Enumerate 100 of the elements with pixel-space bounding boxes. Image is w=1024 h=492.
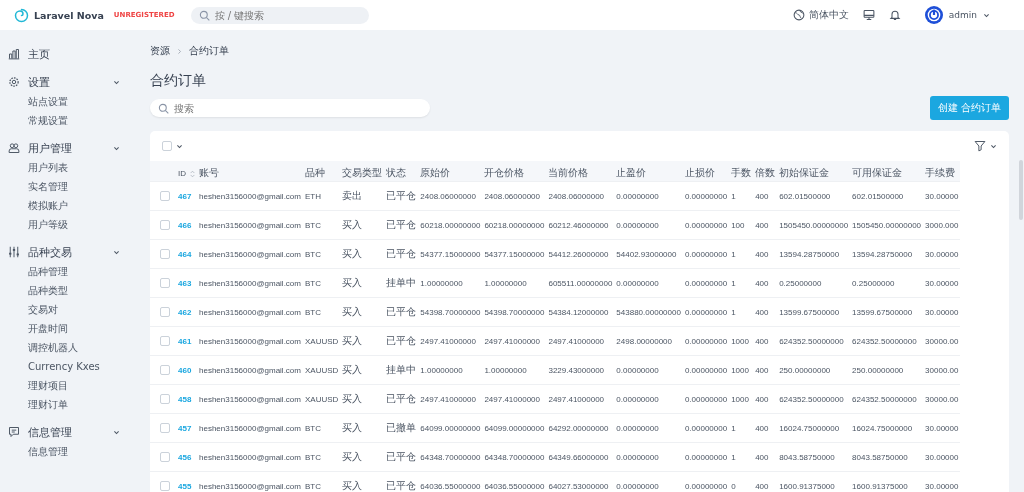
breadcrumb-link[interactable]: 资源 bbox=[150, 44, 170, 58]
table-cell: heshen3156000@gmail.com bbox=[199, 249, 301, 259]
bell-icon[interactable] bbox=[888, 9, 901, 21]
globe-icon bbox=[792, 9, 805, 21]
table-cell: 30.00000 bbox=[925, 249, 959, 259]
row-checkbox[interactable] bbox=[160, 336, 170, 346]
column-header[interactable]: ID bbox=[178, 169, 195, 178]
chevron-right-icon bbox=[176, 47, 183, 55]
sidebar-link[interactable]: 品种管理 bbox=[28, 262, 68, 281]
search-icon bbox=[158, 102, 169, 114]
sidebar-section[interactable]: 品种交易 bbox=[8, 242, 120, 262]
sidebar-link[interactable]: 交易对 bbox=[28, 300, 58, 319]
table-cell: 0.25000000 bbox=[852, 278, 895, 288]
monitor-icon[interactable] bbox=[862, 9, 875, 21]
spiral-logo-icon bbox=[14, 7, 29, 23]
brand-name[interactable]: Laravel Nova bbox=[34, 9, 104, 21]
table-cell: 250.00000000 bbox=[852, 365, 904, 375]
table-cell: 400 bbox=[755, 394, 769, 404]
table-cell: 54377.15000000 bbox=[484, 249, 545, 259]
table-cell: 0.00000000 bbox=[684, 278, 728, 288]
select-all-checkbox[interactable] bbox=[162, 141, 172, 151]
table-cell: 0.00000000 bbox=[684, 220, 728, 230]
table-cell: 1600.91375000 bbox=[779, 481, 835, 491]
table-cell: 0.00000000 bbox=[616, 423, 659, 433]
column-header: 可用保证金 bbox=[852, 166, 903, 180]
sidebar-link[interactable]: 用户等级 bbox=[28, 215, 68, 234]
sidebar-link[interactable]: 品种类型 bbox=[28, 281, 68, 300]
table-cell: ETH bbox=[304, 191, 321, 201]
row-checkbox[interactable] bbox=[160, 278, 170, 288]
table-cell: 30000.00 bbox=[925, 365, 959, 375]
table-cell: 624352.50000000 bbox=[779, 336, 844, 346]
table-cell: 54398.70000000 bbox=[420, 307, 481, 317]
table-cell: heshen3156000@gmail.com bbox=[199, 220, 301, 230]
table-cell: 已平仓 bbox=[386, 335, 417, 346]
sidebar-link[interactable]: 实名管理 bbox=[28, 177, 68, 196]
table-cell: 1 bbox=[731, 423, 736, 433]
search-field[interactable]: 搜索 bbox=[150, 99, 430, 117]
sidebar-link[interactable]: 调控机器人 bbox=[28, 338, 78, 357]
table-cell: 1505450.00000000 bbox=[852, 220, 922, 230]
table-cell: 2497.41000000 bbox=[420, 394, 476, 404]
sidebar-section[interactable]: 主页 bbox=[8, 44, 120, 64]
sidebar-link[interactable]: 常规设置 bbox=[28, 111, 68, 130]
table-cell: 0.00000000 bbox=[616, 191, 659, 201]
table-cell: 1 bbox=[731, 278, 736, 288]
page-title: 合约订单 bbox=[150, 72, 207, 90]
table-cell: 60218.00000000 bbox=[484, 220, 545, 230]
row-checkbox[interactable] bbox=[160, 394, 170, 404]
table-cell: 13599.67500000 bbox=[852, 307, 913, 317]
language-button[interactable]: 简体中文 bbox=[792, 8, 849, 22]
row-checkbox[interactable] bbox=[160, 220, 170, 230]
select-all-dropdown[interactable] bbox=[162, 141, 183, 151]
table-cell: 已平仓 bbox=[386, 248, 417, 259]
sidebar-link[interactable]: 理财订单 bbox=[28, 395, 68, 414]
users-icon bbox=[8, 142, 20, 154]
sidebar-link[interactable]: 开盘时间 bbox=[28, 319, 68, 338]
table-cell: 买入 bbox=[342, 306, 363, 317]
sidebar-link[interactable]: 用户列表 bbox=[28, 158, 68, 177]
table-cell: heshen3156000@gmail.com bbox=[199, 481, 301, 491]
table-cell: 16024.75000000 bbox=[852, 423, 913, 433]
sidebar-link[interactable]: 信息管理 bbox=[28, 442, 68, 461]
filter-button[interactable] bbox=[974, 140, 997, 152]
table-cell: 2408.06000000 bbox=[484, 191, 540, 201]
sidebar-section[interactable]: 设置 bbox=[8, 72, 120, 92]
sidebar-link[interactable]: Currency Kxes bbox=[28, 357, 100, 376]
table-cell: 1.00000000 bbox=[484, 365, 527, 375]
table-cell: 400 bbox=[755, 307, 769, 317]
table-cell: 602.01500000 bbox=[779, 191, 831, 201]
sidebar-link[interactable]: 站点设置 bbox=[28, 92, 68, 111]
table-cell: 13594.28750000 bbox=[852, 249, 913, 259]
table-cell: 已平仓 bbox=[386, 306, 417, 317]
sidebar-section[interactable]: 用户管理 bbox=[8, 138, 120, 158]
table-cell: 1505450.00000000 bbox=[779, 220, 849, 230]
table-cell: 30.00000 bbox=[925, 191, 959, 201]
table-cell: 400 bbox=[755, 336, 769, 346]
table-cell: 0.00000000 bbox=[684, 307, 728, 317]
row-checkbox[interactable] bbox=[160, 452, 170, 462]
table-cell: 0 bbox=[731, 481, 736, 491]
table-cell: 13594.28750000 bbox=[779, 249, 840, 259]
table-cell: 买入 bbox=[342, 422, 363, 433]
row-checkbox[interactable] bbox=[160, 307, 170, 317]
user-menu[interactable]: admin bbox=[924, 6, 990, 24]
row-checkbox[interactable] bbox=[160, 191, 170, 201]
table-cell: 挂单中 bbox=[386, 364, 417, 375]
table-cell: XAUUSD bbox=[304, 365, 339, 375]
table-cell: 买入 bbox=[342, 393, 363, 404]
row-checkbox[interactable] bbox=[160, 481, 170, 491]
row-checkbox[interactable] bbox=[160, 365, 170, 375]
chevron-down-icon bbox=[176, 142, 183, 150]
sidebar-link[interactable]: 模拟账户 bbox=[28, 196, 68, 215]
table-cell: 30.00000 bbox=[925, 278, 959, 288]
table-cell: 买入 bbox=[342, 219, 363, 230]
table-cell: 0.00000000 bbox=[684, 249, 728, 259]
global-search-field[interactable]: 按 / 键搜索 bbox=[190, 6, 369, 24]
sidebar-section[interactable]: 信息管理 bbox=[8, 422, 120, 442]
row-checkbox[interactable] bbox=[160, 249, 170, 259]
table-cell: 2497.41000000 bbox=[548, 336, 605, 346]
table-cell: 54402.93000000 bbox=[616, 249, 677, 259]
row-checkbox[interactable] bbox=[160, 423, 170, 433]
table-cell: 已平仓 bbox=[386, 451, 417, 462]
sidebar-link[interactable]: 理财项目 bbox=[28, 376, 68, 395]
